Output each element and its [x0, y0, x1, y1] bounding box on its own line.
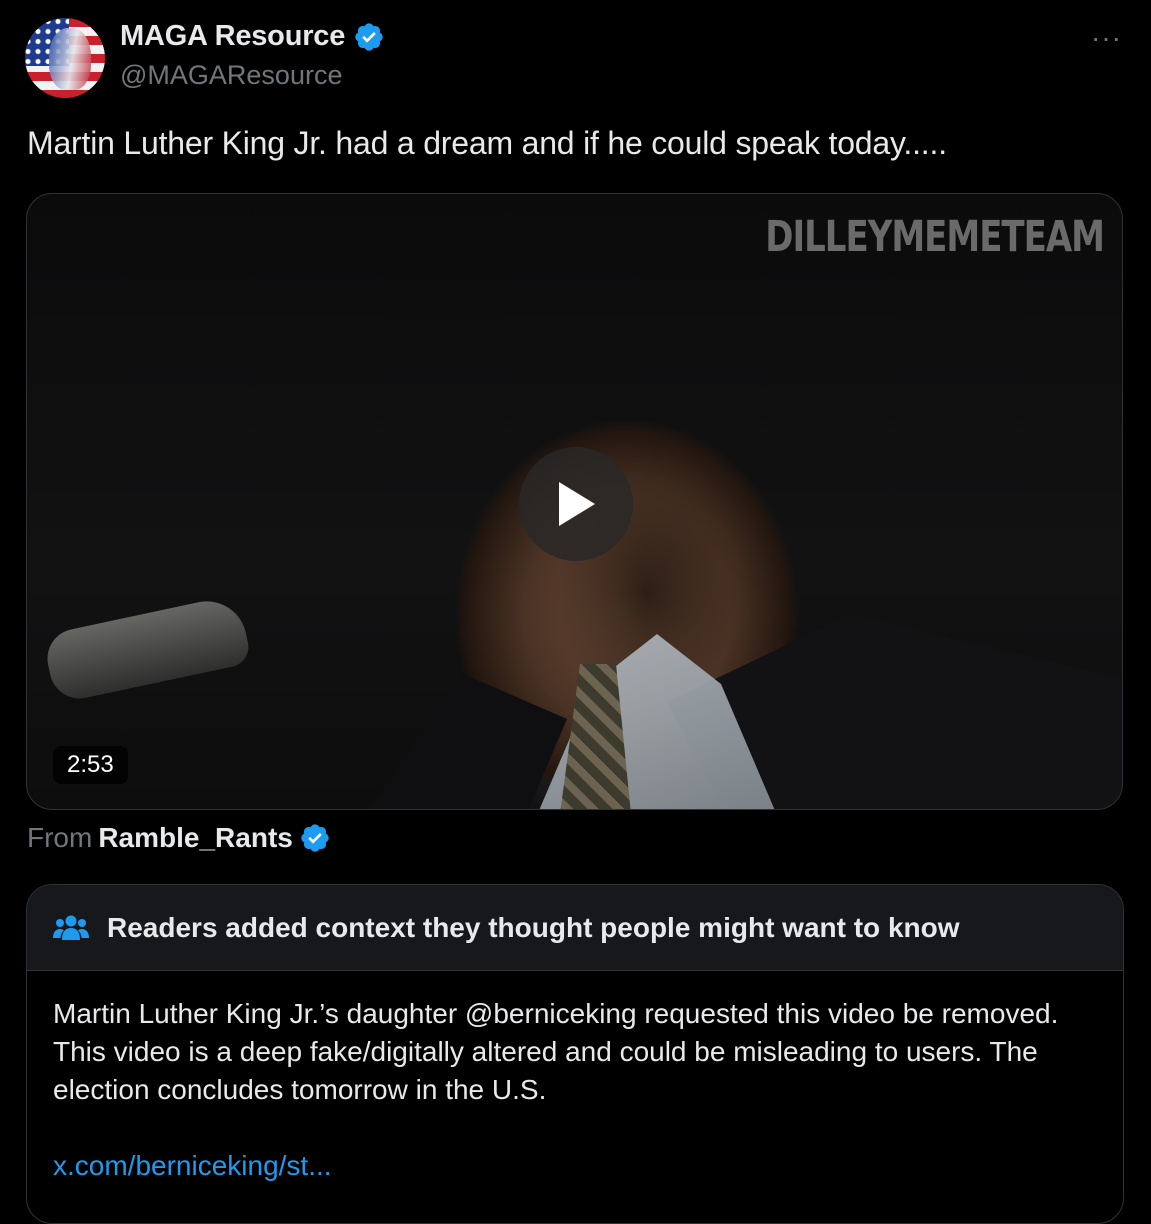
- community-note-body: Martin Luther King Jr.’s daughter @berni…: [27, 971, 1123, 1185]
- video-player[interactable]: DILLEYMEMETEAM 2:53: [26, 193, 1123, 810]
- author-name-row: MAGA Resource: [120, 20, 385, 53]
- video-watermark: DILLEYMEMETEAM: [765, 212, 1105, 262]
- author-display-name[interactable]: MAGA Resource: [120, 20, 345, 53]
- avatar[interactable]: [25, 18, 105, 98]
- community-note-source-link[interactable]: x.com/berniceking/st...: [53, 1147, 1103, 1185]
- more-options-icon[interactable]: ···: [1091, 22, 1122, 54]
- author-handle[interactable]: @MAGAResource: [120, 60, 342, 91]
- community-note-text: Martin Luther King Jr.’s daughter @berni…: [53, 998, 1059, 1105]
- video-source: From Ramble_Rants: [27, 822, 331, 854]
- verified-badge-icon: [301, 824, 329, 852]
- verified-badge-icon[interactable]: [353, 21, 385, 53]
- avatar-face: [49, 28, 91, 90]
- from-label: From: [27, 822, 93, 853]
- video-duration: 2:53: [53, 746, 128, 784]
- community-note-header: Readers added context they thought peopl…: [27, 885, 1123, 971]
- video-frame-lapel: [337, 674, 567, 809]
- people-icon: [53, 915, 89, 940]
- play-icon: [559, 482, 595, 526]
- community-note-title: Readers added context they thought peopl…: [107, 911, 960, 943]
- community-note: Readers added context they thought peopl…: [26, 884, 1124, 1224]
- play-button[interactable]: [519, 447, 633, 561]
- source-account-name[interactable]: Ramble_Rants: [98, 822, 293, 854]
- tweet: MAGA Resource @MAGAResource ··· Martin L…: [0, 0, 1151, 1224]
- video-frame-microphone: [41, 593, 253, 705]
- tweet-text: Martin Luther King Jr. had a dream and i…: [27, 125, 947, 161]
